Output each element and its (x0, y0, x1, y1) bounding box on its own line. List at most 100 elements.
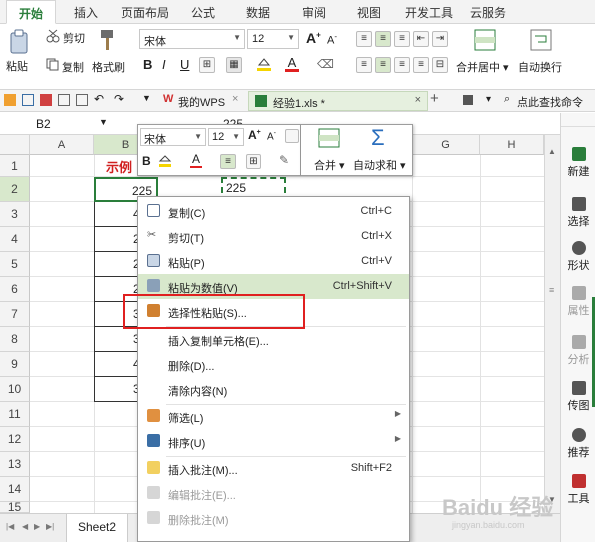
mini-border-icon[interactable]: ⊞ (246, 154, 261, 169)
my-wps-tab[interactable]: 我的WPS (178, 94, 225, 110)
tab-cloud[interactable]: 云服务 (470, 4, 506, 21)
row-header[interactable]: 15 (0, 502, 30, 513)
menu-item-delete[interactable]: 删除(D)... (138, 352, 409, 377)
mini-font-name-select[interactable]: 宋体 ▼ (140, 128, 206, 146)
row-header[interactable]: 1 (0, 155, 30, 177)
fill-color-icon[interactable] (256, 56, 272, 72)
last-sheet-icon[interactable]: ▶| (46, 522, 54, 531)
format-painter-icon[interactable] (97, 28, 119, 52)
menu-item-sort[interactable]: 排序(U) ▶ (138, 429, 409, 454)
row-header[interactable]: 7 (0, 302, 30, 327)
column-header-a[interactable]: A (30, 135, 94, 155)
first-sheet-icon[interactable]: |◀ (6, 522, 14, 531)
row-header[interactable]: 12 (0, 427, 30, 452)
copy-icon[interactable] (46, 58, 59, 71)
panel-upload-image[interactable]: 传图 (561, 381, 595, 413)
justify-icon[interactable]: ≡ (413, 57, 429, 73)
shrink-font-button[interactable]: A- (327, 32, 337, 47)
print-preview-icon[interactable] (76, 94, 88, 106)
autosum-icon[interactable]: Σ (371, 125, 385, 151)
menu-item-insert-copied-cells[interactable]: 插入复制单元格(E)... (138, 327, 409, 352)
font-size-select[interactable]: 12 ▼ (247, 29, 299, 49)
row-header[interactable]: 11 (0, 402, 30, 427)
tab-formulas[interactable]: 公式 (191, 4, 215, 21)
dropdown-icon[interactable]: ▾ (486, 94, 491, 105)
search-icon[interactable]: ⌕ (504, 93, 510, 106)
panel-recommend[interactable]: 推荐 (561, 428, 595, 460)
menu-item-paste[interactable]: 粘贴(P) Ctrl+V (138, 249, 409, 274)
indent-decrease-icon[interactable]: ⇤ (413, 31, 429, 47)
row-header[interactable]: 10 (0, 377, 30, 402)
align-middle-icon[interactable]: ≡ (375, 31, 391, 47)
merge-center-icon[interactable] (474, 29, 496, 51)
close-doc-icon[interactable]: × (415, 94, 421, 106)
tab-insert[interactable]: 插入 (74, 4, 98, 21)
merge-center-button[interactable]: 合并居中 ▾ (456, 59, 509, 75)
align-right-icon[interactable]: ≡ (394, 57, 410, 73)
menu-item-clear-contents[interactable]: 清除内容(N) (138, 377, 409, 402)
new-tab-icon[interactable]: + (430, 90, 439, 107)
align-left-icon[interactable]: ≡ (356, 57, 372, 73)
row-header[interactable]: 3 (0, 202, 30, 227)
name-box-dropdown-icon[interactable]: ▼ (99, 117, 108, 127)
redo-icon[interactable]: ↷ (114, 92, 124, 106)
indent-increase-icon[interactable]: ⇥ (432, 31, 448, 47)
font-color-icon[interactable]: A (285, 55, 299, 73)
menu-item-copy[interactable]: 复制(C) Ctrl+C (138, 199, 409, 224)
grow-font-button[interactable]: A+ (306, 30, 321, 46)
column-header-g[interactable]: G (412, 135, 480, 155)
font-name-select[interactable]: 宋体 ▼ (139, 29, 245, 49)
bold-button[interactable]: B (143, 57, 152, 72)
mini-format-painter-icon[interactable]: ✎ (279, 153, 289, 167)
menu-item-insert-comment[interactable]: 插入批注(M)... Shift+F2 (138, 456, 409, 481)
mini-merge-icon[interactable] (318, 128, 340, 148)
wrap-text-button[interactable]: 自动换行 (518, 59, 562, 75)
align-bottom-icon[interactable]: ≡ (394, 31, 410, 47)
panel-collapse-bar[interactable] (561, 113, 595, 127)
select-all-corner[interactable] (0, 135, 30, 155)
tab-page-layout[interactable]: 页面布局 (121, 4, 169, 21)
row-header[interactable]: 13 (0, 452, 30, 477)
scroll-up-icon[interactable]: ▲ (548, 147, 556, 156)
name-box[interactable]: B2 (36, 117, 51, 131)
tab-data[interactable]: 数据 (246, 4, 270, 21)
column-header-h[interactable]: H (480, 135, 544, 155)
panel-analyze[interactable]: 分析 (561, 335, 595, 367)
customize-arrow-icon[interactable]: ▼ (142, 93, 151, 103)
mini-align-center-icon[interactable]: ≡ (220, 154, 236, 169)
row-header[interactable]: 9 (0, 352, 30, 377)
close-tab-icon[interactable]: × (232, 93, 238, 105)
align-top-icon[interactable]: ≡ (356, 31, 372, 47)
mini-shrink-font-button[interactable]: A- (267, 130, 276, 142)
paste-icon[interactable] (8, 29, 32, 55)
italic-button[interactable]: I (162, 57, 166, 72)
panel-tools[interactable]: 工具 (561, 474, 595, 506)
sheet-tab[interactable]: Sheet2 (66, 514, 128, 542)
scrollbar-thumb[interactable]: ≡ (549, 285, 554, 295)
document-tab[interactable]: 经验1.xls * × (248, 91, 428, 111)
row-header[interactable]: 14 (0, 477, 30, 502)
wrap-text-icon[interactable] (530, 29, 552, 51)
row-header[interactable]: 2 (0, 177, 30, 202)
paste-button[interactable]: 粘贴 (6, 58, 28, 74)
copy-button[interactable]: 复制 (62, 59, 84, 75)
export-pdf-icon[interactable] (40, 94, 52, 106)
clear-format-icon[interactable]: ⌫ (317, 57, 334, 71)
mini-merge-button[interactable]: 合并 ▾ (314, 157, 345, 173)
tab-review[interactable]: 审阅 (302, 4, 326, 21)
row-header[interactable]: 5 (0, 252, 30, 277)
mini-format-icon[interactable] (285, 129, 299, 143)
row-header[interactable]: 4 (0, 227, 30, 252)
panel-shape[interactable]: 形状 (561, 241, 595, 273)
autosum-button[interactable]: 自动求和 ▾ (353, 157, 406, 173)
align-center-icon[interactable]: ≡ (375, 57, 391, 73)
panel-new[interactable]: 新建 (561, 147, 595, 179)
column-b-title[interactable]: 示例 (106, 157, 132, 176)
vertical-scrollbar[interactable]: ▲ ≡ ▼ (544, 135, 560, 513)
format-painter-button[interactable]: 格式刷 (92, 59, 125, 75)
mini-bold-button[interactable]: B (142, 154, 151, 168)
tab-developer[interactable]: 开发工具 (405, 4, 453, 21)
tab-view[interactable]: 视图 (357, 4, 381, 21)
distributed-icon[interactable]: ⊟ (432, 57, 448, 73)
print-icon[interactable] (58, 94, 70, 106)
